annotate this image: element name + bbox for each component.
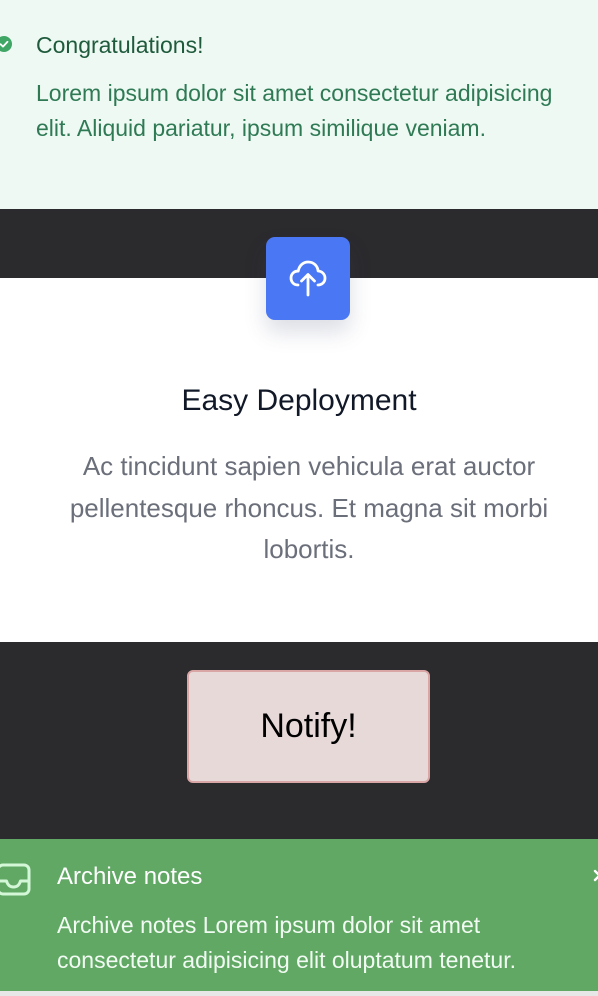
check-circle-icon: [0, 36, 12, 52]
success-alert-message: Lorem ipsum dolor sit amet consectetur a…: [36, 80, 553, 141]
feature-title: Easy Deployment: [181, 384, 417, 417]
feature-description: Ac tincidunt sapien vehicula erat auctor…: [69, 451, 549, 564]
bottom-strip: [0, 991, 598, 996]
notify-button[interactable]: Notify!: [187, 670, 430, 783]
archive-alert-message: Archive notes Lorem ipsum dolor sit amet…: [57, 912, 516, 973]
archive-alert-title: Archive notes: [57, 863, 203, 890]
close-icon[interactable]: [592, 867, 598, 889]
inbox-icon: [0, 863, 31, 896]
success-alert-title: Congratulations!: [36, 32, 204, 58]
cloud-upload-icon: [289, 260, 327, 297]
archive-alert: Archive notes Archive notes Lorem ipsum …: [0, 839, 598, 991]
feature-icon-box: [266, 237, 350, 320]
success-alert: Congratulations! Lorem ipsum dolor sit a…: [0, 0, 598, 209]
